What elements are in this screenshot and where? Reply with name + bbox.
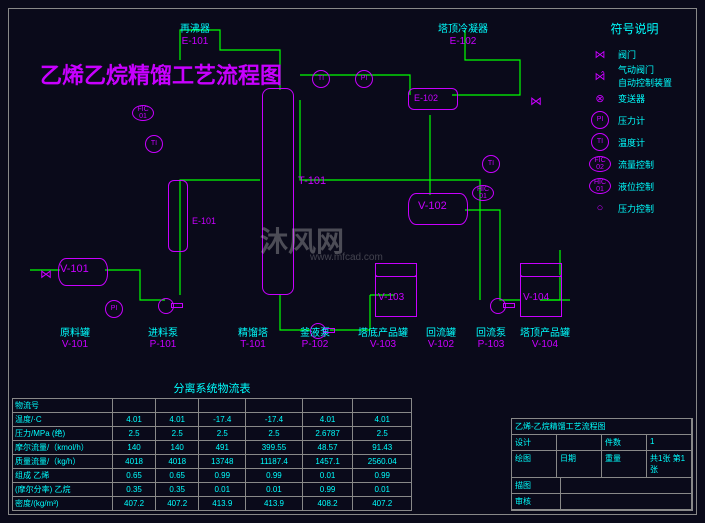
legend-text: 压力控制 bbox=[618, 202, 654, 215]
lbl-feed-tank: 原料罐V-101 bbox=[60, 328, 90, 350]
title-block: 乙烯-乙烷精馏工艺流程图 设计 件数 1 绘图 日期 重量 共1张 第1张 描图… bbox=[511, 418, 693, 511]
tb-count-lbl: 件数 bbox=[602, 435, 647, 450]
tb-count: 1 bbox=[647, 435, 692, 450]
tb-trace: 描图 bbox=[512, 478, 561, 493]
tb-draw: 绘图 bbox=[512, 451, 557, 477]
tb-weight: 重量 bbox=[602, 451, 647, 477]
legend-symbol: ⋈̂ bbox=[582, 70, 618, 83]
main-title: 乙烯乙烷精馏工艺流程图 bbox=[40, 58, 282, 90]
tb-check: 审核 bbox=[512, 494, 561, 509]
lbl-feed-pump: 进料泵P-101 bbox=[148, 328, 178, 350]
v104-tag: V-104 bbox=[523, 292, 549, 304]
legend-text: 气动阀门 自动控制装置 bbox=[618, 63, 672, 89]
ex-e101-tag: E-101 bbox=[192, 215, 216, 227]
tb-date: 日期 bbox=[557, 451, 602, 477]
feed-pump bbox=[158, 298, 174, 314]
legend-text: 液位控制 bbox=[618, 180, 654, 193]
stream-table: 分离系统物流表 物流号温度/·C4.014.01-17.4-17.44.014.… bbox=[12, 380, 412, 511]
ti-3: TI bbox=[482, 155, 500, 173]
tb-empty bbox=[557, 435, 602, 450]
legend-symbol: TI bbox=[582, 133, 618, 151]
v103-tag: V-103 bbox=[378, 292, 404, 304]
tb-design: 设计 bbox=[512, 435, 557, 450]
exchanger-e101 bbox=[168, 180, 188, 252]
ti-2: TI bbox=[312, 70, 330, 88]
legend-symbol: PI bbox=[582, 111, 618, 129]
lbl-column: 精馏塔T-101 bbox=[238, 328, 268, 350]
lbl-reflux-tank: 回流罐V-102 bbox=[426, 328, 456, 350]
fic-1: FIC01 bbox=[132, 105, 154, 121]
stream-data-table: 物流号温度/·C4.014.01-17.4-17.44.014.01压力/MPa… bbox=[12, 398, 412, 511]
tb-sheet: 共1张 第1张 bbox=[647, 451, 692, 477]
legend-text: 温度计 bbox=[618, 136, 645, 149]
column-tag: T-101 bbox=[298, 175, 326, 187]
lbl-bottom-pump: 釜液泵P-102 bbox=[300, 328, 330, 350]
lbl-reflux-pump: 回流泵P-103 bbox=[476, 328, 506, 350]
legend-text: 变送器 bbox=[618, 92, 645, 105]
ex-e102-tag: E-102 bbox=[414, 92, 438, 104]
legend-text: 压力计 bbox=[618, 114, 645, 127]
table-title: 分离系统物流表 bbox=[12, 380, 412, 396]
hic-1: HIC01 bbox=[472, 185, 494, 201]
legend-symbol: ⊗ bbox=[582, 92, 618, 105]
valve-1 bbox=[40, 265, 50, 273]
condenser-label: 塔顶冷凝器E-102 bbox=[438, 24, 488, 48]
legend-symbol: ○ bbox=[582, 202, 618, 214]
legend: 符号说明 ⋈阀门⋈̂气动阀门 自动控制装置⊗变送器PI压力计TI温度计FIC02… bbox=[582, 20, 687, 219]
legend-symbol: ⋈ bbox=[582, 48, 618, 61]
lbl-bottom-tank: 塔底产品罐V-103 bbox=[358, 328, 408, 350]
valve-2 bbox=[530, 92, 540, 100]
pi-1: PI bbox=[105, 300, 123, 318]
legend-symbol: HIC01 bbox=[582, 178, 618, 194]
distillation-column bbox=[262, 88, 294, 295]
pi-2: PI bbox=[355, 70, 373, 88]
legend-text: 阀门 bbox=[618, 48, 636, 61]
reflux-tank-tag: V-102 bbox=[418, 200, 447, 212]
watermark-url: www.mfcad.com bbox=[310, 252, 383, 263]
legend-title: 符号说明 bbox=[582, 20, 687, 37]
reboiler-label: 再沸器E-101 bbox=[180, 24, 210, 48]
reflux-pump bbox=[490, 298, 506, 314]
legend-text: 流量控制 bbox=[618, 158, 654, 171]
lbl-top-tank: 塔顶产品罐V-104 bbox=[520, 328, 570, 350]
feed-tank-tag: V-101 bbox=[60, 263, 89, 275]
tb-name: 乙烯-乙烷精馏工艺流程图 bbox=[512, 419, 692, 434]
legend-symbol: FIC02 bbox=[582, 156, 618, 172]
ti-1: TI bbox=[145, 135, 163, 153]
